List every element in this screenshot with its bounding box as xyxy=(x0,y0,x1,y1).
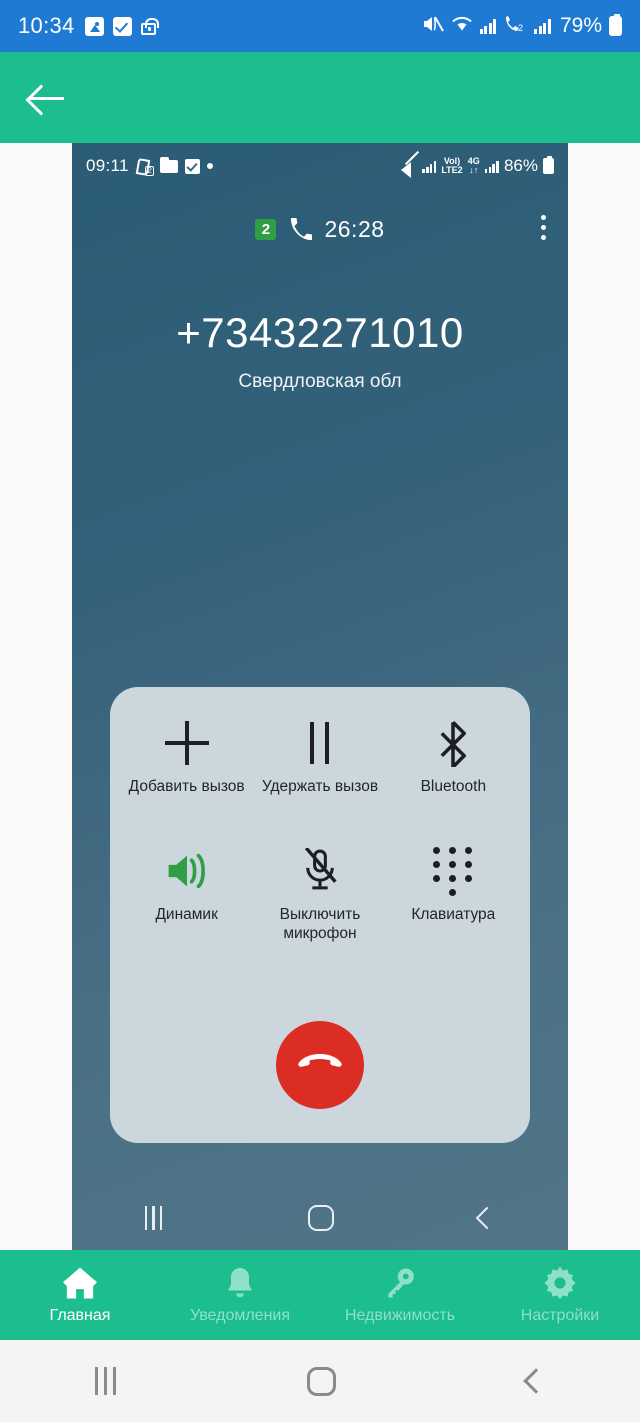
signal-icon xyxy=(422,160,437,173)
battery-icon xyxy=(543,156,554,174)
add-call-button[interactable]: Добавить вызов xyxy=(120,715,253,843)
mute-mic-label: Выключить микрофон xyxy=(279,906,361,943)
bluetooth-button[interactable]: Bluetooth xyxy=(387,715,520,843)
call-duration: 26:28 xyxy=(324,215,385,242)
mute-mic-button[interactable]: Выключить микрофон xyxy=(253,843,386,971)
image-icon xyxy=(84,16,104,36)
phone-icon xyxy=(290,218,313,240)
pause-icon xyxy=(310,715,330,771)
signal-icon xyxy=(484,160,499,173)
tab-settings[interactable]: Настройки xyxy=(480,1266,640,1325)
screenshot-nav-bar xyxy=(72,1180,568,1256)
tab-settings-label: Настройки xyxy=(520,1306,600,1324)
home-icon xyxy=(61,1266,99,1300)
screenshot-status-left-icons xyxy=(137,156,213,176)
system-status-left-icons xyxy=(84,16,160,36)
data-label-bottom: ↓↑ xyxy=(469,165,479,175)
tab-realestate[interactable]: Недвижимость xyxy=(320,1266,480,1325)
battery-icon xyxy=(609,14,622,36)
mute-icon xyxy=(401,158,417,178)
system-status-bar: 10:34 2 79% xyxy=(0,0,640,52)
volte-label-bottom: LTE2 xyxy=(441,165,463,175)
4g-icon: 4G ↓↑ xyxy=(468,157,480,175)
wifi-icon xyxy=(451,15,473,38)
call-controls-panel: Добавить вызов Удержать вызов Bluetooth … xyxy=(110,687,530,1143)
sim-badge: 2 xyxy=(255,218,277,240)
speaker-button[interactable]: Динамик xyxy=(120,843,253,971)
key-icon xyxy=(384,1266,416,1300)
tab-home-label: Главная xyxy=(49,1306,111,1324)
back-chevron-icon[interactable] xyxy=(522,1368,549,1394)
signal-icon xyxy=(479,18,497,34)
caller-info: +73432271010 Свердловская обл xyxy=(72,309,568,393)
hold-call-label: Удержать вызов xyxy=(261,778,379,795)
more-vertical-icon[interactable] xyxy=(541,215,546,240)
battery-percent: 79% xyxy=(559,14,602,37)
plus-icon xyxy=(164,715,209,771)
back-chevron-icon[interactable] xyxy=(475,1206,499,1230)
bottom-tab-bar: Главная Уведомления Недвижимость Настрой… xyxy=(0,1250,640,1340)
mute-icon xyxy=(422,14,444,39)
screenshot-clock: 09:11 xyxy=(86,156,129,175)
call-screen-screenshot: 09:11 Vol) LTE2 4G ↓↑ 86% 2 xyxy=(72,143,568,1256)
system-clock: 10:34 xyxy=(18,13,75,38)
mic-off-icon xyxy=(299,843,341,899)
caller-number: +73432271010 xyxy=(176,309,464,356)
arrow-left-icon[interactable] xyxy=(28,77,70,119)
home-square-icon[interactable] xyxy=(307,1205,334,1231)
speaker-label: Динамик xyxy=(155,906,218,923)
bluetooth-icon xyxy=(433,715,473,771)
dialpad-icon xyxy=(433,843,473,899)
keypad-button[interactable]: Клавиатура xyxy=(387,843,520,971)
speaker-icon xyxy=(164,843,210,899)
screenshot-battery-percent: 86% xyxy=(503,156,538,175)
caller-location: Свердловская обл xyxy=(238,371,402,392)
screenshot-status-bar: 09:11 Vol) LTE2 4G ↓↑ 86% xyxy=(72,143,568,189)
end-call-icon xyxy=(297,1048,343,1083)
gear-icon xyxy=(543,1266,577,1300)
checkbox-icon xyxy=(112,16,132,36)
bell-icon xyxy=(225,1266,255,1300)
lock-icon xyxy=(140,17,160,35)
dot-icon xyxy=(206,163,213,169)
call-sim2-icon: 2 xyxy=(503,14,527,39)
system-nav-bar xyxy=(0,1340,640,1422)
screenshot-status-right-icons: Vol) LTE2 4G ↓↑ 86% xyxy=(401,156,554,178)
hold-call-button[interactable]: Удержать вызов xyxy=(253,715,386,843)
app-bar xyxy=(0,52,640,143)
tab-realestate-label: Недвижимость xyxy=(344,1306,456,1324)
end-call-wrapper xyxy=(110,1021,530,1109)
volte2-icon: Vol) LTE2 xyxy=(441,157,462,175)
folder-icon xyxy=(159,156,178,173)
call-header: 2 26:28 xyxy=(72,207,568,251)
add-call-label: Добавить вызов xyxy=(128,778,245,795)
system-status-right-icons: 2 79% xyxy=(422,14,622,39)
checkbox-icon xyxy=(184,158,200,174)
tab-notifications-label: Уведомления xyxy=(189,1306,291,1324)
keypad-label: Клавиатура xyxy=(411,906,496,923)
home-square-icon[interactable] xyxy=(306,1366,336,1396)
recent-apps-icon[interactable] xyxy=(95,1367,117,1395)
end-call-button[interactable] xyxy=(276,1021,364,1109)
call-sim2-icon xyxy=(137,158,154,176)
recent-apps-icon[interactable] xyxy=(144,1206,163,1230)
tab-notifications[interactable]: Уведомления xyxy=(160,1266,320,1325)
call-controls-grid: Добавить вызов Удержать вызов Bluetooth … xyxy=(110,687,530,971)
signal-icon xyxy=(534,18,551,34)
svg-text:2: 2 xyxy=(518,23,523,33)
bluetooth-label: Bluetooth xyxy=(420,778,487,795)
tab-home[interactable]: Главная xyxy=(0,1266,160,1325)
